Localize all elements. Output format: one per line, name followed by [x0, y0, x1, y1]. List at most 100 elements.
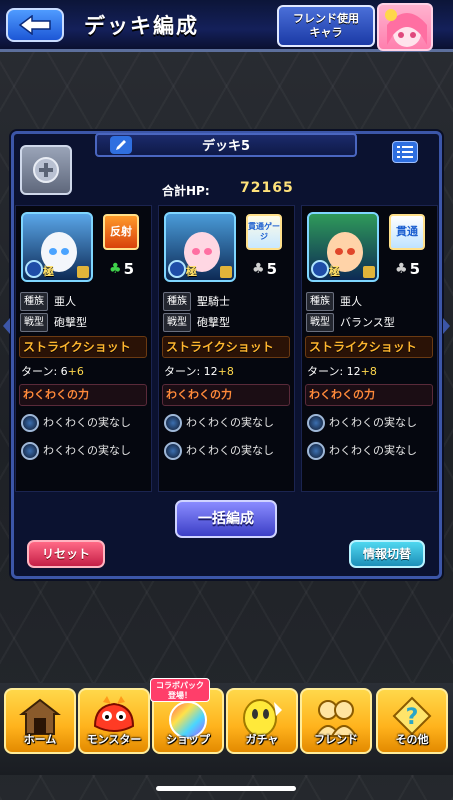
- ability-badge: 貫通ゲージ: [246, 214, 282, 250]
- bulk-edit-button[interactable]: 一括編成: [175, 500, 277, 538]
- type-label: 戦型: [306, 313, 334, 332]
- waku-slot-label: わくわくの実なし: [329, 416, 417, 429]
- character-eye-icon: [192, 248, 200, 255]
- rank-label: 極: [186, 265, 197, 278]
- friend-portrait-icon: [385, 9, 427, 47]
- friend-button-line1: フレンド使用: [293, 12, 359, 25]
- character-portrait[interactable]: 極: [164, 212, 236, 282]
- tribe-value: 聖騎士: [197, 295, 230, 308]
- character-eye-icon: [204, 248, 212, 255]
- waku-fruit-icon: [307, 442, 325, 460]
- page-title: デッキ編成: [84, 14, 199, 38]
- lock-icon: [363, 266, 375, 278]
- character-column[interactable]: 極 貫通 ♣ 5 種族 亜人 戦型 バランス型 ストライクショット ターン: 12+8 わくわくの力…: [301, 205, 438, 492]
- clover-icon: ♣: [252, 261, 265, 277]
- luck-value: 5: [123, 260, 134, 278]
- waku-slot-label: わくわくの実なし: [43, 416, 131, 429]
- total-hp-label: 合計HP:: [162, 184, 210, 198]
- home-indicator[interactable]: [156, 786, 296, 791]
- waku-power-title: わくわくの力: [162, 384, 290, 406]
- nav-other[interactable]: ? その他: [376, 688, 448, 754]
- waku-slot[interactable]: わくわくの実なし: [19, 412, 147, 434]
- back-arrow-icon: [18, 15, 51, 35]
- turn-bonus: +8: [217, 365, 234, 378]
- type-value: バランス型: [340, 316, 395, 329]
- next-deck-arrow-icon[interactable]: [443, 318, 450, 334]
- waku-fruit-icon: [164, 442, 182, 460]
- tribe-value: 亜人: [54, 295, 76, 308]
- type-value: 砲撃型: [54, 316, 87, 329]
- ability-badge: 反射: [103, 214, 139, 250]
- character-column[interactable]: 極 反射 ♣ 5 種族 亜人 戦型 砲撃型 ストライクショット ターン: 6+6 わくわくの力 わくわ…: [15, 205, 152, 492]
- add-slot-button[interactable]: [20, 145, 72, 195]
- back-button[interactable]: [6, 8, 64, 42]
- element-icon: [168, 260, 186, 278]
- tribe-label: 種族: [306, 292, 334, 311]
- waku-slot-label: わくわくの実なし: [186, 416, 274, 429]
- rank-label: 極: [329, 265, 340, 278]
- friend-character-avatar[interactable]: [377, 3, 433, 51]
- pencil-icon: [116, 140, 126, 150]
- waku-slot[interactable]: わくわくの実なし: [305, 412, 433, 434]
- turn-info: ターン: 12+8: [164, 363, 234, 379]
- turn-bonus: +6: [67, 365, 84, 378]
- type-label: 戦型: [163, 313, 191, 332]
- nav-home-label: ホーム: [23, 733, 57, 746]
- waku-fruit-icon: [21, 442, 39, 460]
- waku-slot[interactable]: わくわくの実なし: [162, 412, 290, 434]
- clover-icon: ♣: [395, 261, 408, 277]
- waku-slot[interactable]: わくわくの実なし: [305, 440, 433, 462]
- nav-shop-label: ショップ: [166, 733, 210, 746]
- nav-gacha-label: ガチャ: [245, 733, 279, 746]
- strike-shot-label[interactable]: ストライクショット: [305, 336, 433, 358]
- friend-character-button[interactable]: フレンド使用 キャラ: [277, 5, 375, 47]
- deck-list-button[interactable]: [392, 141, 418, 163]
- luck-value: 5: [409, 260, 420, 278]
- tribe-value: 亜人: [340, 295, 362, 308]
- collab-pack-badge: コラボパック 登場！: [150, 678, 210, 702]
- tribe-label: 種族: [163, 292, 191, 311]
- strike-shot-label[interactable]: ストライクショット: [19, 336, 147, 358]
- character-column[interactable]: 極 貫通ゲージ ♣ 5 種族 聖騎士 戦型 砲撃型ストライクショットターン: 12+8 わくわく…: [158, 205, 295, 492]
- type-value: 砲撃型: [197, 316, 230, 329]
- character-portrait[interactable]: 極: [21, 212, 93, 282]
- luck-display: ♣ 5: [395, 260, 420, 278]
- waku-fruit-icon: [21, 414, 39, 432]
- luck-value: 5: [266, 260, 277, 278]
- turn-label: ターン: 12: [164, 365, 218, 378]
- list-icon: [397, 146, 413, 158]
- total-hp-value: 72165: [240, 180, 294, 196]
- collab-badge-line1: コラボパック: [156, 681, 204, 690]
- tribe-label: 種族: [20, 292, 48, 311]
- nav-home[interactable]: ホーム: [4, 688, 76, 754]
- nav-friend[interactable]: フレンド: [300, 688, 372, 754]
- collab-badge-line2: 登場！: [168, 691, 192, 700]
- strike-shot-label[interactable]: ストライクショット: [162, 336, 290, 358]
- character-portrait[interactable]: 極: [307, 212, 379, 282]
- waku-slot[interactable]: わくわくの実なし: [162, 440, 290, 462]
- turn-label: ターン: 12: [307, 365, 361, 378]
- waku-slot-label: わくわくの実なし: [43, 444, 131, 457]
- nav-monster-label: モンスター: [86, 733, 142, 746]
- reset-button[interactable]: リセット: [27, 540, 105, 568]
- edit-deck-name-button[interactable]: [110, 136, 132, 154]
- svg-text:?: ?: [406, 705, 419, 730]
- type-label: 戦型: [20, 313, 48, 332]
- info-toggle-button[interactable]: 情報切替: [349, 540, 425, 568]
- friend-button-line2: キャラ: [309, 26, 343, 39]
- waku-slot-label: わくわくの実なし: [329, 444, 417, 457]
- waku-slot[interactable]: わくわくの実なし: [19, 440, 147, 462]
- clover-icon: ♣: [109, 261, 122, 277]
- lock-icon: [77, 266, 89, 278]
- waku-power-title: わくわくの力: [305, 384, 433, 406]
- waku-fruit-icon: [307, 414, 325, 432]
- luck-display: ♣ 5: [109, 260, 134, 278]
- nav-gacha[interactable]: ガチャ: [226, 688, 298, 754]
- plus-circle-icon: [33, 157, 59, 183]
- turn-info: ターン: 6+6: [21, 363, 84, 379]
- character-eye-icon: [335, 248, 343, 255]
- prev-deck-arrow-icon[interactable]: [3, 318, 10, 334]
- nav-monster[interactable]: モンスター: [78, 688, 150, 754]
- character-eye-icon: [347, 248, 355, 255]
- luck-display: ♣ 5: [252, 260, 277, 278]
